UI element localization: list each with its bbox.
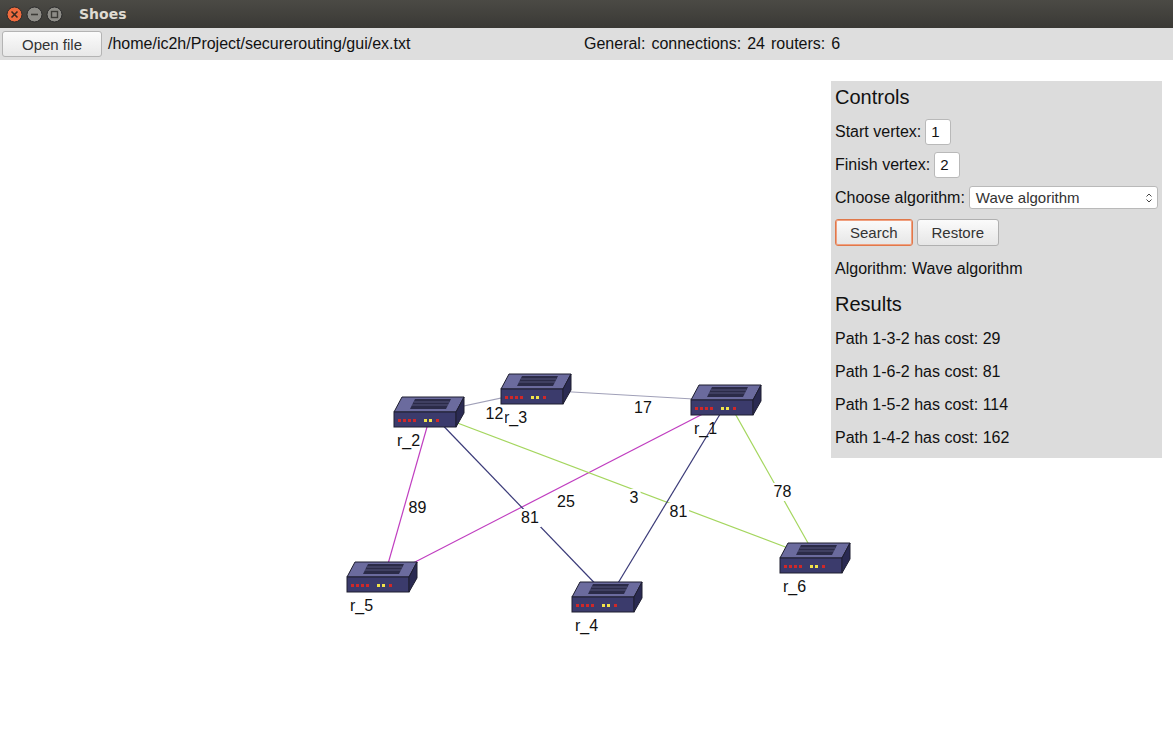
button-row: SearchRestore	[835, 219, 1158, 246]
router-icon	[500, 372, 572, 406]
window-title: Shoes	[79, 6, 127, 22]
start-vertex-label: Start vertex:	[835, 123, 921, 141]
edge-weight: 3	[628, 489, 641, 507]
result-item: Path 1-3-2 has cost: 29	[835, 322, 1158, 355]
connections-count: 24	[747, 35, 765, 53]
result-item: Path 1-6-2 has cost: 81	[835, 355, 1158, 388]
edge-line	[431, 413, 609, 598]
general-info: General: connections: 24 routers: 6	[584, 35, 840, 53]
edge-weight: 89	[407, 499, 429, 517]
action-button[interactable]: Restore	[917, 219, 1000, 246]
action-button[interactable]: Search	[835, 219, 913, 246]
edge-line	[431, 413, 817, 559]
general-label: General:	[584, 35, 645, 53]
controls-heading: Controls	[835, 83, 1158, 111]
status-label: Algorithm:	[835, 257, 907, 281]
router-node[interactable]: r_3	[500, 372, 572, 428]
status-value: Wave algorithm	[912, 257, 1023, 281]
edge-weight: 12	[484, 405, 506, 423]
router-label: r_2	[397, 431, 465, 451]
minimize-icon[interactable]	[26, 6, 43, 23]
app-window: Shoes Open file/home/ic2h/Project/securer…	[0, 0, 1173, 754]
edge-weight: 81	[519, 509, 541, 527]
open-file-button[interactable]: Open file	[2, 31, 102, 57]
result-item: Path 1-4-2 has cost: 162	[835, 421, 1158, 454]
algorithm-select[interactable]: Wave algorithm	[969, 186, 1158, 209]
results-list: Path 1-3-2 has cost: 29Path 1-6-2 has co…	[835, 322, 1158, 454]
routers-count: 6	[831, 35, 840, 53]
router-icon	[571, 580, 643, 614]
file-path: /home/ic2h/Project/securerouting/gui/ex.…	[108, 35, 584, 53]
router-icon	[346, 560, 418, 594]
close-icon[interactable]	[6, 6, 23, 23]
router-node[interactable]: r_5	[346, 560, 418, 616]
connections-label: connections:	[651, 35, 741, 53]
start-vertex-row: Start vertex:1	[835, 116, 1158, 147]
router-node[interactable]: r_4	[571, 580, 643, 636]
maximize-icon[interactable]	[46, 6, 63, 23]
title-bar: Shoes	[0, 0, 1173, 28]
algorithm-label: Choose algorithm:	[835, 189, 965, 207]
finish-vertex-label: Finish vertex:	[835, 156, 930, 174]
graph-canvas: r_1r_2r_3r_4r_5r_6121789258138178	[0, 60, 831, 754]
edge-weight: 25	[555, 493, 577, 511]
router-label: r_4	[575, 616, 643, 636]
edge-line	[728, 401, 817, 559]
finish-vertex-input[interactable]: 2	[934, 152, 960, 178]
finish-vertex-row: Finish vertex:2	[835, 149, 1158, 180]
router-icon	[393, 395, 465, 429]
result-item: Path 1-5-2 has cost: 114	[835, 388, 1158, 421]
algorithm-select-value: Wave algorithm	[976, 189, 1080, 206]
select-arrows-icon	[1145, 192, 1153, 204]
router-node[interactable]: r_1	[690, 383, 762, 439]
router-icon	[690, 383, 762, 417]
edge-weight: 78	[772, 483, 794, 501]
router-label: r_1	[694, 419, 762, 439]
router-node[interactable]: r_2	[393, 395, 465, 451]
router-icon	[779, 541, 851, 575]
router-node[interactable]: r_6	[779, 541, 851, 597]
algorithm-row: Choose algorithm: Wave algorithm	[835, 182, 1158, 213]
algorithm-status: Algorithm:Wave algorithm	[835, 257, 1158, 281]
router-label: r_5	[350, 596, 418, 616]
routers-label: routers:	[771, 35, 825, 53]
edge-weight: 81	[668, 503, 690, 521]
controls-panel: ControlsStart vertex:1Finish vertex:2Cho…	[831, 81, 1162, 458]
edge-line	[384, 401, 728, 578]
toolbar: Open file/home/ic2h/Project/secureroutin…	[0, 28, 1173, 60]
start-vertex-input[interactable]: 1	[925, 119, 951, 145]
edge-weight: 17	[632, 399, 654, 417]
router-label: r_6	[783, 577, 851, 597]
router-label: r_3	[504, 408, 572, 428]
results-heading: Results	[835, 290, 1158, 318]
